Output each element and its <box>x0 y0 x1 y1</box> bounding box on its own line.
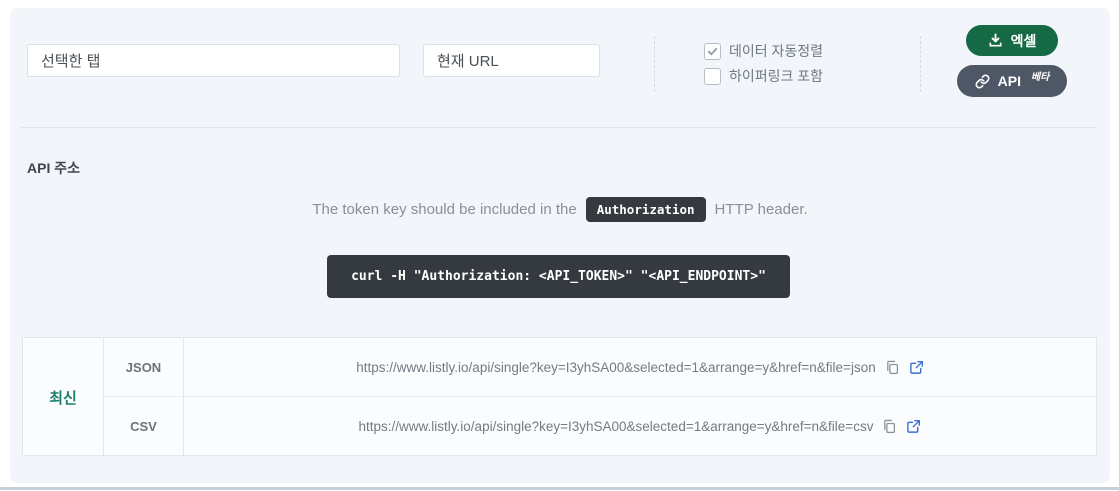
export-options: 데이터 자동정렬 하이퍼링크 포함 <box>704 41 823 86</box>
json-api-url: https://www.listly.io/api/single?key=I3y… <box>356 359 876 375</box>
table-row: https://www.listly.io/api/single?key=I3y… <box>184 397 1096 456</box>
excel-export-button[interactable]: 엑셀 <box>966 25 1058 56</box>
dashed-separator <box>920 36 921 92</box>
table-row: https://www.listly.io/api/single?key=I3y… <box>184 338 1096 397</box>
external-link-icon[interactable] <box>909 360 924 375</box>
table-format-json: JSON <box>104 338 184 397</box>
current-url-input[interactable] <box>423 44 600 77</box>
table-group-label: 최신 <box>23 338 104 456</box>
table-format-csv: CSV <box>104 397 184 456</box>
api-button[interactable]: API 베타 <box>957 65 1067 97</box>
copy-icon[interactable] <box>885 360 900 375</box>
dashed-separator <box>654 36 655 92</box>
api-endpoints-table: 최신 JSON https://www.listly.io/api/single… <box>22 337 1097 456</box>
copy-icon[interactable] <box>882 419 897 434</box>
curl-command-block: curl -H "Authorization: <API_TOKEN>" "<A… <box>327 255 790 298</box>
checkbox-checked-icon[interactable] <box>704 42 721 60</box>
checkbox-unchecked-icon[interactable] <box>704 67 721 85</box>
api-button-label: API <box>997 73 1021 89</box>
download-icon <box>988 33 1003 48</box>
selected-tab-input[interactable] <box>27 44 400 77</box>
api-address-heading: API 주소 <box>27 160 80 176</box>
section-divider <box>20 127 1096 128</box>
checkbox-label: 데이터 자동정렬 <box>729 43 824 59</box>
token-note-after: HTTP header. <box>714 201 808 218</box>
export-panel: 데이터 자동정렬 하이퍼링크 포함 엑셀 API 베타 API 주소 <box>10 8 1110 483</box>
beta-badge: 베타 <box>1030 71 1050 83</box>
checkbox-label: 하이퍼링크 포함 <box>729 68 824 84</box>
curl-command-text: curl -H "Authorization: <API_TOKEN>" "<A… <box>351 269 766 284</box>
excel-button-label: 엑셀 <box>1010 32 1037 49</box>
checkbox-include-hyperlinks[interactable]: 하이퍼링크 포함 <box>704 66 823 86</box>
authorization-badge: Authorization <box>585 197 706 222</box>
bottom-edge-divider <box>0 487 1119 490</box>
checkbox-auto-sort[interactable]: 데이터 자동정렬 <box>704 41 823 61</box>
link-icon <box>975 74 990 89</box>
token-note: The token key should be included in the … <box>10 197 1110 222</box>
token-note-before: The token key should be included in the <box>312 201 577 218</box>
external-link-icon[interactable] <box>906 419 921 434</box>
csv-api-url: https://www.listly.io/api/single?key=I3y… <box>358 419 874 434</box>
